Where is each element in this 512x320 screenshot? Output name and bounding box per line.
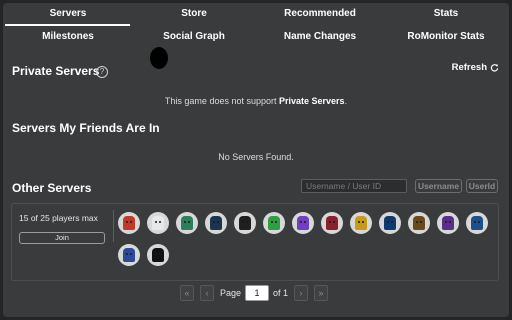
player-avatar[interactable]: [118, 212, 140, 234]
avatar-eye: [188, 221, 190, 223]
tab-servers[interactable]: Servers: [5, 3, 131, 26]
avatar-eye: [159, 253, 161, 255]
pagination: « ‹ Page of 1 › »: [3, 285, 509, 301]
card-divider: [113, 210, 114, 242]
avatar-figure: [181, 216, 193, 230]
avatar-eye: [155, 253, 157, 255]
avatar-eye: [126, 253, 128, 255]
page-total: of 1: [273, 288, 289, 298]
player-avatar[interactable]: [176, 212, 198, 234]
player-avatar[interactable]: [234, 212, 256, 234]
search-by-username-button[interactable]: Username: [415, 179, 462, 193]
private-servers-notice: This game does not support Private Serve…: [3, 96, 509, 106]
friends-servers-empty: No Servers Found.: [218, 152, 294, 162]
question-circle-icon[interactable]: ?: [96, 66, 108, 78]
tab-store[interactable]: Store: [131, 3, 257, 26]
join-button[interactable]: Join: [19, 232, 105, 244]
player-avatar[interactable]: [147, 244, 169, 266]
avatar-figure: [268, 216, 280, 230]
other-servers-heading: Other Servers: [12, 181, 92, 195]
avatar-eye: [478, 221, 480, 223]
refresh-icon: [490, 64, 499, 72]
avatar-eye: [159, 221, 161, 223]
avatar-eye: [130, 221, 132, 223]
tab-bar: Servers Store Recommended Stats Mileston…: [3, 3, 509, 49]
refresh-button[interactable]: Refresh: [452, 62, 499, 73]
player-avatar[interactable]: [321, 212, 343, 234]
player-avatar[interactable]: [437, 212, 459, 234]
player-avatar[interactable]: [205, 212, 227, 234]
tab-name-changes[interactable]: Name Changes: [257, 26, 383, 49]
avatar-eye: [246, 221, 248, 223]
avatar-figure: [471, 216, 483, 230]
avatar-eye: [155, 221, 157, 223]
avatar-figure: [297, 216, 309, 230]
double-chevron-right-icon[interactable]: »: [314, 285, 328, 301]
tab-romonitor-stats[interactable]: RoMonitor Stats: [383, 26, 509, 49]
player-avatar[interactable]: [408, 212, 430, 234]
player-avatar[interactable]: [466, 212, 488, 234]
avatar-figure: [326, 216, 338, 230]
avatar-eye: [333, 221, 335, 223]
avatar-eye: [130, 253, 132, 255]
username-search-input[interactable]: [301, 179, 407, 193]
tab-milestones[interactable]: Milestones: [5, 26, 131, 49]
tab-stats[interactable]: Stats: [383, 3, 509, 26]
private-servers-heading: Private Servers: [12, 64, 100, 78]
avatar-figure: [210, 216, 222, 230]
avatar-figure: [442, 216, 454, 230]
avatar-eye: [126, 221, 128, 223]
avatar-eye: [329, 221, 331, 223]
server-card: 15 of 25 players max Join: [11, 203, 499, 281]
avatar-eye: [242, 221, 244, 223]
avatar-eye: [362, 221, 364, 223]
player-avatar[interactable]: [118, 244, 140, 266]
chevron-right-icon[interactable]: ›: [294, 285, 308, 301]
player-avatar[interactable]: [350, 212, 372, 234]
avatar-eye: [217, 221, 219, 223]
avatar-eye: [184, 221, 186, 223]
avatar-eye: [271, 221, 273, 223]
avatar-figure: [384, 216, 396, 230]
avatar-eye: [416, 221, 418, 223]
avatar-eye: [449, 221, 451, 223]
avatar-figure: [152, 248, 164, 262]
notice-text: This game does not support: [164, 96, 279, 106]
avatar-eye: [213, 221, 215, 223]
tab-recommended[interactable]: Recommended: [257, 3, 383, 26]
avatar-figure: [152, 216, 164, 230]
player-avatar[interactable]: [263, 212, 285, 234]
avatar-figure: [123, 248, 135, 262]
avatar-figure: [355, 216, 367, 230]
avatar-figure: [239, 216, 251, 230]
avatar-eye: [358, 221, 360, 223]
avatar-eye: [387, 221, 389, 223]
avatar-figure: [413, 216, 425, 230]
friends-servers-heading: Servers My Friends Are In: [12, 121, 160, 135]
double-chevron-left-icon[interactable]: «: [180, 285, 194, 301]
avatar-eye: [445, 221, 447, 223]
avatar-eye: [391, 221, 393, 223]
chevron-left-icon[interactable]: ‹: [200, 285, 214, 301]
player-count: 15 of 25 players max: [19, 213, 98, 223]
player-avatar[interactable]: [379, 212, 401, 234]
avatar-eye: [420, 221, 422, 223]
cursor-blob: [150, 47, 168, 69]
avatar-figure: [123, 216, 135, 230]
avatar-eye: [300, 221, 302, 223]
avatar-eye: [474, 221, 476, 223]
avatar-eye: [304, 221, 306, 223]
page-number-input[interactable]: [245, 285, 269, 301]
player-avatar[interactable]: [147, 212, 169, 234]
notice-emphasis: Private Servers: [279, 96, 345, 106]
notice-suffix: .: [344, 96, 348, 106]
player-avatar[interactable]: [292, 212, 314, 234]
refresh-label: Refresh: [451, 62, 487, 73]
page-label: Page: [220, 288, 242, 298]
search-by-userid-button[interactable]: UserId: [466, 179, 498, 193]
avatar-eye: [275, 221, 277, 223]
tab-social-graph[interactable]: Social Graph: [131, 26, 257, 49]
servers-panel: Servers Store Recommended Stats Mileston…: [3, 3, 509, 317]
